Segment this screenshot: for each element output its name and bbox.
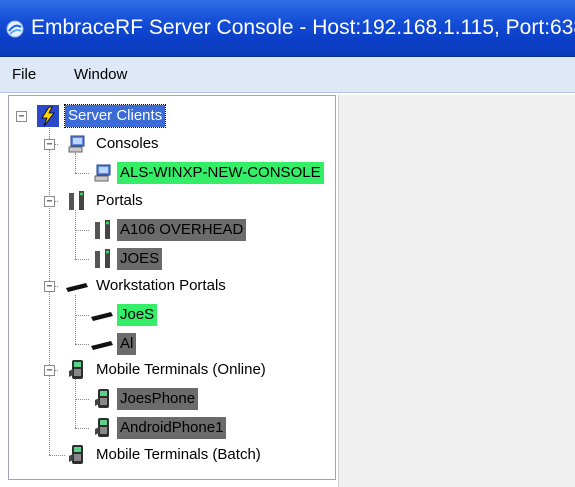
tree-node-label: Mobile Terminals (Batch) bbox=[96, 446, 261, 463]
portal-device-icon bbox=[95, 220, 110, 239]
tree-node-portals[interactable]: Portals bbox=[93, 190, 146, 212]
tree-connector bbox=[49, 455, 65, 456]
collapse-workstation-portals-icon[interactable]: − bbox=[44, 281, 55, 292]
tree-node-label: Consoles bbox=[96, 135, 159, 152]
tree-connector bbox=[75, 173, 89, 174]
app-icon bbox=[6, 20, 24, 38]
tree-node-label: Mobile Terminals (Online) bbox=[96, 361, 266, 378]
tree-connector bbox=[75, 399, 89, 400]
tree-connector bbox=[75, 344, 89, 345]
handheld-terminal-icon bbox=[95, 389, 109, 408]
title-bar: EmbraceRF Server Console - Host:192.168.… bbox=[0, 0, 575, 57]
tree-node-label: JoeS bbox=[117, 304, 158, 326]
tree-node-server-clients[interactable]: Server Clients bbox=[63, 104, 167, 128]
tree-node-workstation-item[interactable]: Al bbox=[117, 333, 137, 355]
tree-node-label: Al bbox=[117, 333, 137, 355]
handheld-terminal-icon bbox=[69, 445, 83, 464]
tree-node-consoles[interactable]: Consoles bbox=[93, 133, 162, 155]
portal-device-icon bbox=[95, 249, 110, 268]
tree-connector bbox=[75, 153, 76, 173]
tree-node-portal-item[interactable]: JOES bbox=[117, 248, 163, 270]
window-title: EmbraceRF Server Console - Host:192.168.… bbox=[31, 16, 575, 39]
tree-node-workstation-item[interactable]: JoeS bbox=[117, 304, 158, 326]
tree-connector bbox=[75, 230, 89, 231]
detail-pane bbox=[338, 95, 575, 487]
tree-connector bbox=[75, 210, 76, 259]
tree-node-label: JOES bbox=[117, 248, 163, 270]
menu-file[interactable]: File bbox=[12, 66, 36, 84]
menu-bar: File Window bbox=[0, 57, 575, 93]
tree-node-mobile-batch[interactable]: Mobile Terminals (Batch) bbox=[93, 444, 264, 466]
tree-node-portal-item[interactable]: A106 OVERHEAD bbox=[117, 219, 247, 241]
tree-connector bbox=[75, 295, 76, 344]
portal-device-icon bbox=[69, 191, 84, 210]
collapse-consoles-icon[interactable]: − bbox=[44, 139, 55, 150]
tree-node-console-item[interactable]: ALS-WINXP-NEW-CONSOLE bbox=[117, 162, 324, 184]
computer-icon bbox=[68, 135, 85, 153]
workstation-portal-icon bbox=[91, 341, 113, 350]
collapse-root-icon[interactable]: − bbox=[16, 111, 27, 122]
collapse-portals-icon[interactable]: − bbox=[44, 196, 55, 207]
tree-node-label: Portals bbox=[96, 192, 143, 209]
workstation-portal-icon bbox=[91, 312, 113, 321]
tree-connector bbox=[75, 379, 76, 428]
lightning-icon bbox=[37, 105, 59, 127]
tree-node-label: JoesPhone bbox=[117, 388, 199, 410]
tree-node-workstation-portals[interactable]: Workstation Portals bbox=[93, 275, 229, 297]
collapse-mobile-online-icon[interactable]: − bbox=[44, 365, 55, 376]
menu-window[interactable]: Window bbox=[74, 66, 127, 84]
tree-node-label: Workstation Portals bbox=[96, 277, 226, 294]
workstation-portal-icon bbox=[66, 283, 88, 292]
tree-connector bbox=[75, 428, 89, 429]
tree-node-label: ALS-WINXP-NEW-CONSOLE bbox=[117, 162, 324, 184]
tree-connector bbox=[75, 315, 89, 316]
computer-icon bbox=[94, 164, 111, 182]
tree-node-mobile-item[interactable]: JoesPhone bbox=[117, 388, 199, 410]
handheld-terminal-icon bbox=[69, 360, 83, 379]
server-clients-tree[interactable]: − Server Clients − Consoles ALS-WINXP-NE… bbox=[8, 95, 336, 480]
tree-node-label: A106 OVERHEAD bbox=[117, 219, 247, 241]
tree-connector bbox=[75, 259, 89, 260]
tree-node-mobile-online[interactable]: Mobile Terminals (Online) bbox=[93, 359, 269, 381]
handheld-terminal-icon bbox=[95, 418, 109, 437]
tree-node-label: Server Clients bbox=[63, 104, 167, 128]
tree-node-label: AndroidPhone1 bbox=[117, 417, 227, 439]
tree-node-mobile-item[interactable]: AndroidPhone1 bbox=[117, 417, 227, 439]
